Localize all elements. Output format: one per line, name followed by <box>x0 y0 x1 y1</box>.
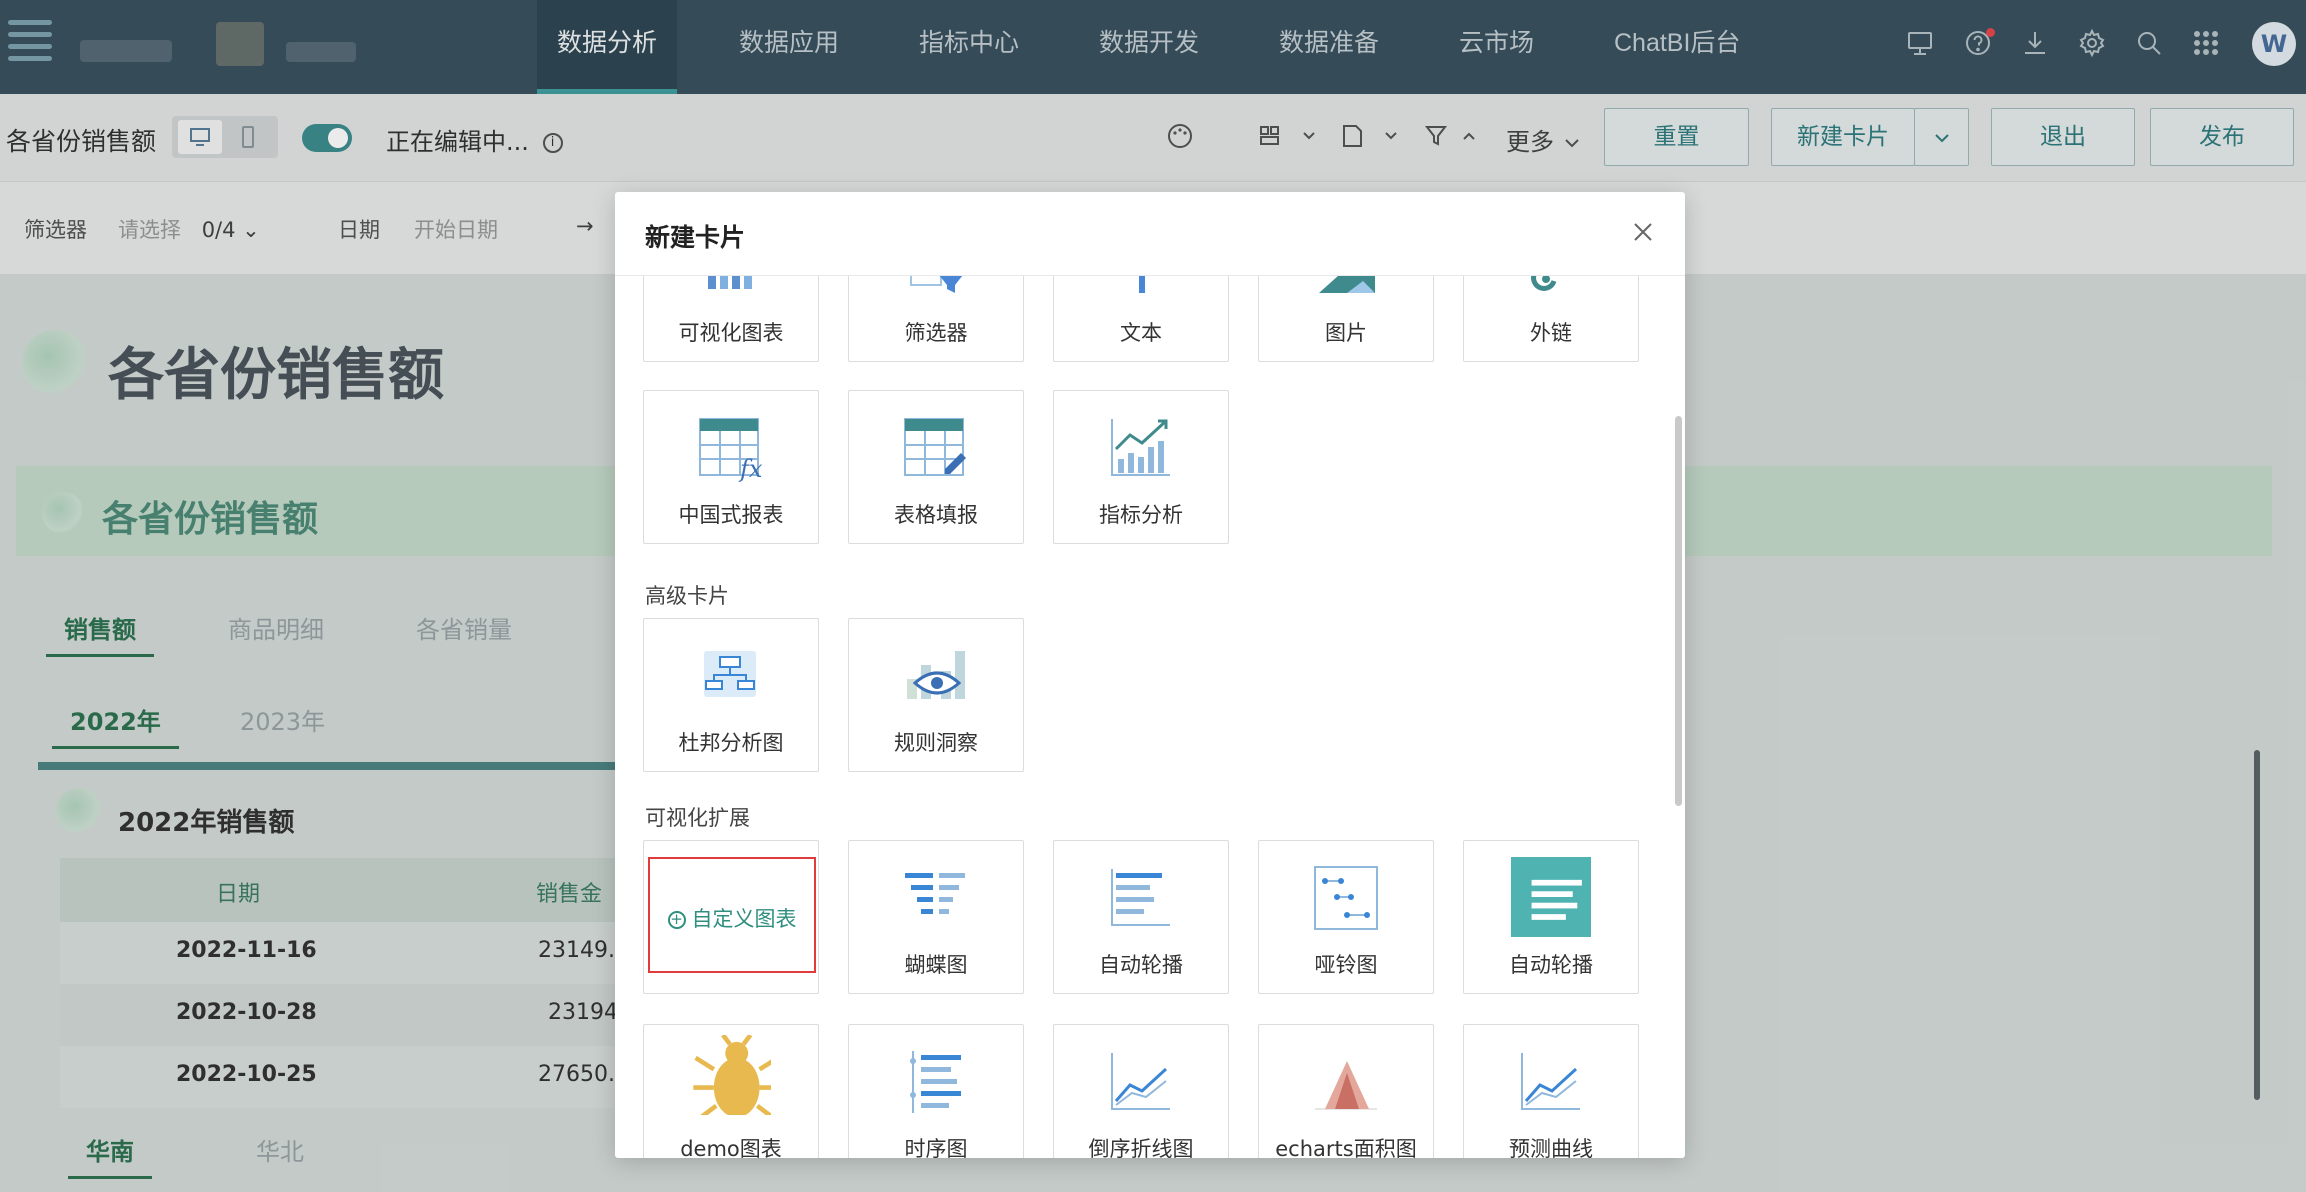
extension-section-label: 可视化扩展 <box>645 806 750 830</box>
card-visual-chart[interactable]: 可视化图表 <box>643 276 819 362</box>
card-image[interactable]: 图片 <box>1258 276 1434 362</box>
image-icon <box>1319 276 1375 293</box>
dupont-tree-icon <box>704 651 756 697</box>
card-auto-carousel-2[interactable]: 自动轮播 <box>1463 840 1639 994</box>
advanced-section-label: 高级卡片 <box>645 584 729 608</box>
card-dupont-analysis[interactable]: 杜邦分析图 <box>643 618 819 772</box>
card-label: 蝴蝶图 <box>904 953 968 977</box>
card-text[interactable]: 文本 <box>1053 276 1229 362</box>
dialog-title: 新建卡片 <box>645 223 746 252</box>
card-label: 文本 <box>1120 321 1162 345</box>
card-label: 中国式报表 <box>678 503 784 527</box>
card-label: 倒序折线图 <box>1088 1137 1194 1158</box>
card-table-fill[interactable]: 表格填报 <box>848 390 1024 544</box>
card-label: 自动轮播 <box>1509 953 1593 977</box>
custom-chart-highlight[interactable]: + 自定义图表 <box>648 857 816 973</box>
carousel-text-icon <box>1511 857 1591 937</box>
card-echarts-area-chart[interactable]: echarts面积图 <box>1258 1024 1434 1158</box>
card-label: echarts面积图 <box>1275 1137 1417 1158</box>
carousel-list-icon <box>1111 869 1170 926</box>
dumbbell-chart-icon <box>1314 866 1378 930</box>
forecast-line-icon <box>1521 1053 1580 1110</box>
add-circle-icon: + <box>667 911 686 929</box>
card-custom-chart[interactable]: + 自定义图表 <box>643 840 819 994</box>
card-external-link[interactable]: 外链 <box>1463 276 1639 362</box>
text-icon <box>1139 276 1145 293</box>
report-formula-icon: fx <box>699 418 763 483</box>
card-label: 预测曲线 <box>1509 1137 1593 1158</box>
card-butterfly-chart[interactable]: 蝴蝶图 <box>848 840 1024 994</box>
card-filter[interactable]: 筛选器 <box>848 276 1024 362</box>
dialog-body: 可视化图表 筛选器 文本 图片 外链 fx 中国式报表 表格填报 指标分析 高级… <box>615 276 1685 1158</box>
dialog-scrollbar[interactable] <box>1675 416 1682 806</box>
svg-text:fx: fx <box>738 455 763 483</box>
area-chart-icon <box>1315 1061 1377 1110</box>
timeline-icon <box>910 1051 961 1113</box>
card-label: 表格填报 <box>894 503 978 527</box>
card-chinese-report[interactable]: fx 中国式报表 <box>643 390 819 544</box>
dialog-header: 新建卡片 <box>615 192 1685 276</box>
card-label: 时序图 <box>904 1137 968 1158</box>
custom-chart-label: + 自定义图表 <box>650 903 814 933</box>
card-label: 指标分析 <box>1099 503 1183 527</box>
card-label: 外链 <box>1530 321 1572 345</box>
card-label: 筛选器 <box>904 321 968 345</box>
card-label: 哑铃图 <box>1314 953 1378 977</box>
table-edit-icon <box>904 418 966 476</box>
card-label: demo图表 <box>680 1137 782 1158</box>
bug-icon <box>693 1035 771 1115</box>
new-card-dialog: 新建卡片 可视化图表 筛选器 文本 图片 外链 fx 中国式报表 表格填报 指标… <box>615 192 1685 1158</box>
card-demo-chart[interactable]: demo图表 <box>643 1024 819 1158</box>
link-icon <box>1531 276 1557 291</box>
card-forecast-curve[interactable]: 预测曲线 <box>1463 1024 1639 1158</box>
card-reverse-line-chart[interactable]: 倒序折线图 <box>1053 1024 1229 1158</box>
card-dumbbell-chart[interactable]: 哑铃图 <box>1258 840 1434 994</box>
line-chart-icon <box>1111 1053 1170 1110</box>
card-label: 杜邦分析图 <box>678 731 784 755</box>
card-timeline-chart[interactable]: 时序图 <box>848 1024 1024 1158</box>
bar-chart-icon <box>708 276 752 289</box>
insight-eye-icon <box>907 651 965 699</box>
card-label: 可视化图表 <box>678 321 784 345</box>
card-label: 图片 <box>1325 321 1367 345</box>
card-label: 自动轮播 <box>1099 953 1183 977</box>
card-metric-analysis[interactable]: 指标分析 <box>1053 390 1229 544</box>
card-label: 规则洞察 <box>894 731 978 755</box>
card-rule-insight[interactable]: 规则洞察 <box>848 618 1024 772</box>
filter-icon <box>910 276 963 293</box>
close-icon[interactable] <box>1623 212 1663 252</box>
metric-chart-icon <box>1111 419 1170 476</box>
card-auto-carousel[interactable]: 自动轮播 <box>1053 840 1229 994</box>
butterfly-chart-icon <box>905 873 965 914</box>
